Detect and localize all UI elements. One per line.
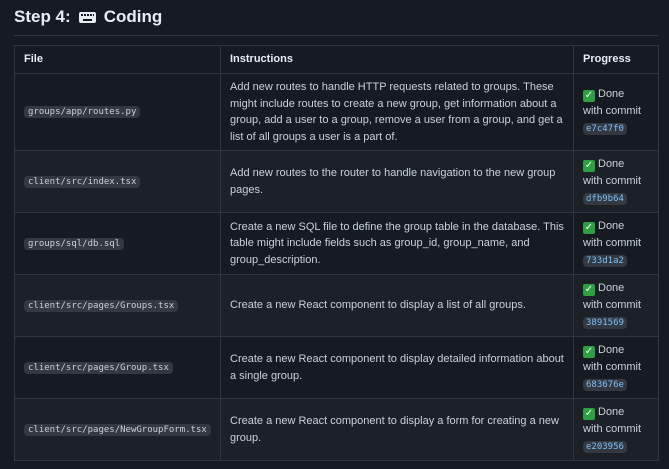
status-text: Done (598, 281, 625, 294)
progress-cell: ✓ Done with commit 683676e (573, 336, 659, 399)
commit-label: with commit (583, 236, 642, 249)
commit-link[interactable]: e7c47f0 (583, 123, 627, 135)
commit-label: with commit (583, 422, 642, 435)
table-row: client/src/index.tsx Add new routes to t… (14, 150, 659, 213)
commit-link[interactable]: dfb9b64 (583, 192, 627, 205)
check-icon: ✓ (583, 221, 595, 234)
file-cell: client/src/pages/Groups.tsx (14, 274, 221, 337)
header-instructions: Instructions (220, 45, 574, 74)
step-number: Step 4: (14, 7, 71, 26)
check-icon: ✓ (583, 159, 595, 172)
commit-label: with commit (583, 298, 642, 311)
commit-label: with commit (583, 174, 642, 187)
instructions-cell: Add new routes to handle HTTP requests r… (220, 73, 574, 151)
coding-table: File Instructions Progress groups/app/ro… (14, 45, 659, 461)
table-row: groups/app/routes.py Add new routes to h… (14, 73, 659, 151)
file-path: client/src/pages/Groups.tsx (24, 299, 179, 312)
instructions-cell: Create a new React component to display … (220, 274, 574, 337)
table-row: client/src/pages/NewGroupForm.tsx Create… (14, 398, 659, 461)
progress-cell: ✓ Done with commit dfb9b64 (573, 150, 659, 213)
table-row: client/src/pages/Groups.tsx Create a new… (14, 274, 659, 337)
commit-link[interactable]: 683676e (583, 378, 627, 391)
status-text: Done (598, 405, 625, 418)
step-label: Coding (103, 7, 163, 26)
header-file: File (14, 45, 221, 74)
status-text: Done (598, 343, 625, 356)
heading-divider (14, 35, 658, 36)
check-icon: ✓ (583, 90, 595, 102)
commit-label: with commit (583, 105, 642, 117)
commit-label: with commit (583, 360, 642, 373)
header-progress: Progress (573, 45, 659, 74)
progress-cell: ✓ Done with commit 733d1a2 (573, 212, 659, 275)
file-path: client/src/pages/NewGroupForm.tsx (24, 423, 211, 436)
file-cell: groups/app/routes.py (14, 73, 221, 151)
check-icon: ✓ (583, 407, 595, 420)
status-text: Done (598, 157, 625, 170)
status-text: Done (598, 219, 625, 232)
check-icon: ✓ (583, 345, 595, 358)
file-cell: client/src/index.tsx (14, 150, 221, 213)
instructions-cell: Create a new React component to display … (220, 336, 574, 399)
file-cell: client/src/pages/Group.tsx (14, 336, 221, 399)
commit-link[interactable]: e203956 (583, 440, 627, 453)
table-row: groups/sql/db.sql Create a new SQL file … (14, 212, 659, 275)
instructions-cell: Create a new React component to display … (220, 398, 574, 461)
check-icon: ✓ (583, 283, 595, 296)
keyboard-icon (78, 11, 96, 23)
file-cell: groups/sql/db.sql (14, 212, 221, 275)
file-path: groups/sql/db.sql (24, 237, 125, 250)
progress-cell: ✓ Done with commit e203956 (573, 398, 659, 461)
instructions-cell: Add new routes to the router to handle n… (220, 150, 574, 213)
instructions-cell: Create a new SQL file to define the grou… (220, 212, 574, 275)
file-cell: client/src/pages/NewGroupForm.tsx (14, 398, 221, 461)
progress-cell: ✓ Done with commit 3891569 (573, 274, 659, 337)
file-path: client/src/pages/Group.tsx (24, 361, 173, 374)
commit-link[interactable]: 733d1a2 (583, 254, 627, 267)
table-header-row: File Instructions Progress (14, 45, 659, 74)
file-path: groups/app/routes.py (24, 106, 141, 119)
status-text: Done (598, 88, 625, 100)
progress-cell: ✓ Done with commit e7c47f0 (573, 73, 659, 151)
table-row: client/src/pages/Group.tsx Create a new … (14, 336, 659, 399)
file-path: client/src/index.tsx (24, 175, 141, 188)
step-heading: Step 4: Coding (14, 4, 162, 30)
commit-link[interactable]: 3891569 (583, 316, 627, 329)
